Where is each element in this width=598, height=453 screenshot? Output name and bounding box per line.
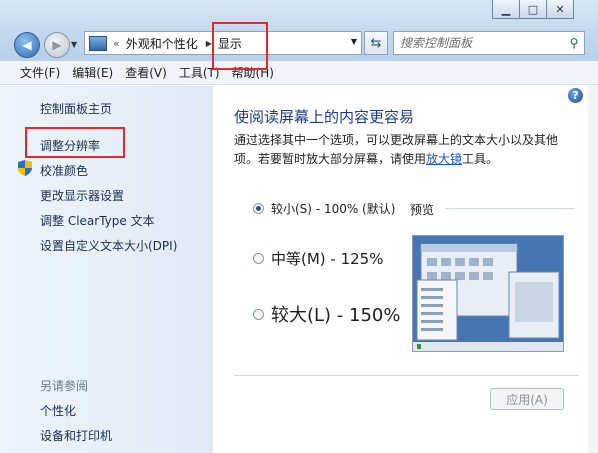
maximize-icon: □: [527, 2, 539, 16]
option-medium[interactable]: 中等(M) - 125%: [253, 248, 383, 269]
magnifier-link[interactable]: 放大镜: [426, 152, 462, 166]
control-panel-icon: [89, 35, 107, 51]
help-icon[interactable]: ?: [568, 88, 583, 103]
desc-text-end: 工具。: [462, 152, 499, 166]
search-icon[interactable]: ⚲: [564, 36, 584, 50]
preview-label: 预览: [410, 203, 435, 217]
arrow-left-icon: ◀: [22, 38, 32, 52]
shield-icon: [18, 160, 32, 176]
bottom-divider: [234, 375, 579, 376]
see-also-heading: 另请参阅: [40, 379, 89, 393]
minimize-icon: ▁: [501, 2, 511, 16]
sidebar-item-calibrate-color[interactable]: 校准颜色: [40, 162, 88, 179]
breadcrumb-appearance[interactable]: 外观和个性化: [126, 35, 198, 52]
option-smaller[interactable]: 较小(S) - 100% (默认): [253, 200, 395, 217]
refresh-button[interactable]: ⇆: [364, 31, 388, 55]
sidebar-home-link[interactable]: 控制面板主页: [40, 100, 112, 117]
radio-smaller[interactable]: [253, 203, 264, 214]
menu-view[interactable]: 查看(V): [119, 64, 173, 81]
maximize-button[interactable]: □: [520, 0, 547, 19]
highlight-box-breadcrumb: [212, 22, 268, 70]
chevron-down-icon[interactable]: ▼: [351, 37, 357, 46]
arrow-right-icon: ▶: [52, 38, 62, 52]
see-also-devices-printers[interactable]: 设备和打印机: [40, 427, 112, 444]
minimize-button[interactable]: ▁: [492, 0, 520, 19]
close-icon: ✕: [555, 2, 565, 16]
option-larger[interactable]: 较大(L) - 150%: [253, 301, 400, 327]
back-button[interactable]: ◀: [14, 32, 40, 58]
preview-image: [412, 235, 564, 352]
search-input[interactable]: [394, 36, 564, 50]
sidebar-item-custom-dpi[interactable]: 设置自定义文本大小(DPI): [40, 237, 177, 254]
option-larger-label: 较大(L) - 150%: [271, 305, 401, 326]
search-box[interactable]: ⚲: [393, 31, 585, 55]
apply-button[interactable]: 应用(A): [490, 388, 564, 410]
recent-pages-dropdown[interactable]: ▼: [71, 40, 77, 49]
menu-file[interactable]: 文件(F): [14, 64, 66, 81]
highlight-box-resolution: [25, 127, 125, 158]
option-smaller-label: 较小(S) - 100% (默认): [271, 202, 396, 216]
window-controls: ▁ □ ✕: [492, 0, 574, 19]
menu-bar: 文件(F) 编辑(E) 查看(V) 工具(T) 帮助(H): [0, 61, 598, 85]
page-description: 通过选择其中一个选项，可以更改屏幕上的文本大小以及其他项。若要暂时放大部分屏幕，…: [234, 131, 574, 169]
radio-medium[interactable]: [253, 253, 264, 264]
preview-divider: [445, 208, 575, 209]
see-also-personalization[interactable]: 个性化: [40, 402, 76, 419]
page-title: 使阅读屏幕上的内容更容易: [234, 108, 415, 126]
sidebar-item-cleartype[interactable]: 调整 ClearType 文本: [40, 212, 155, 229]
chevron-right-icon[interactable]: ▶: [206, 39, 212, 48]
window-chrome: ▁ □ ✕ ◀ ▶ ▼ « 外观和个性化 ▶ 显示 ▼ ⇆ ⚲: [0, 0, 598, 61]
desc-text: 通过选择其中一个选项，可以更改屏幕上的文本大小以及其他项。若要暂时放大部分屏幕，…: [234, 133, 559, 166]
forward-button[interactable]: ▶: [44, 32, 70, 58]
breadcrumb-overflow[interactable]: «: [113, 37, 120, 50]
refresh-icon: ⇆: [370, 35, 382, 51]
scrollbar[interactable]: [588, 86, 598, 453]
radio-larger[interactable]: [253, 308, 264, 320]
menu-edit[interactable]: 编辑(E): [66, 64, 119, 81]
close-button[interactable]: ✕: [547, 0, 574, 19]
option-medium-label: 中等(M) - 125%: [271, 250, 384, 268]
sidebar-item-display-settings[interactable]: 更改显示器设置: [40, 187, 124, 204]
